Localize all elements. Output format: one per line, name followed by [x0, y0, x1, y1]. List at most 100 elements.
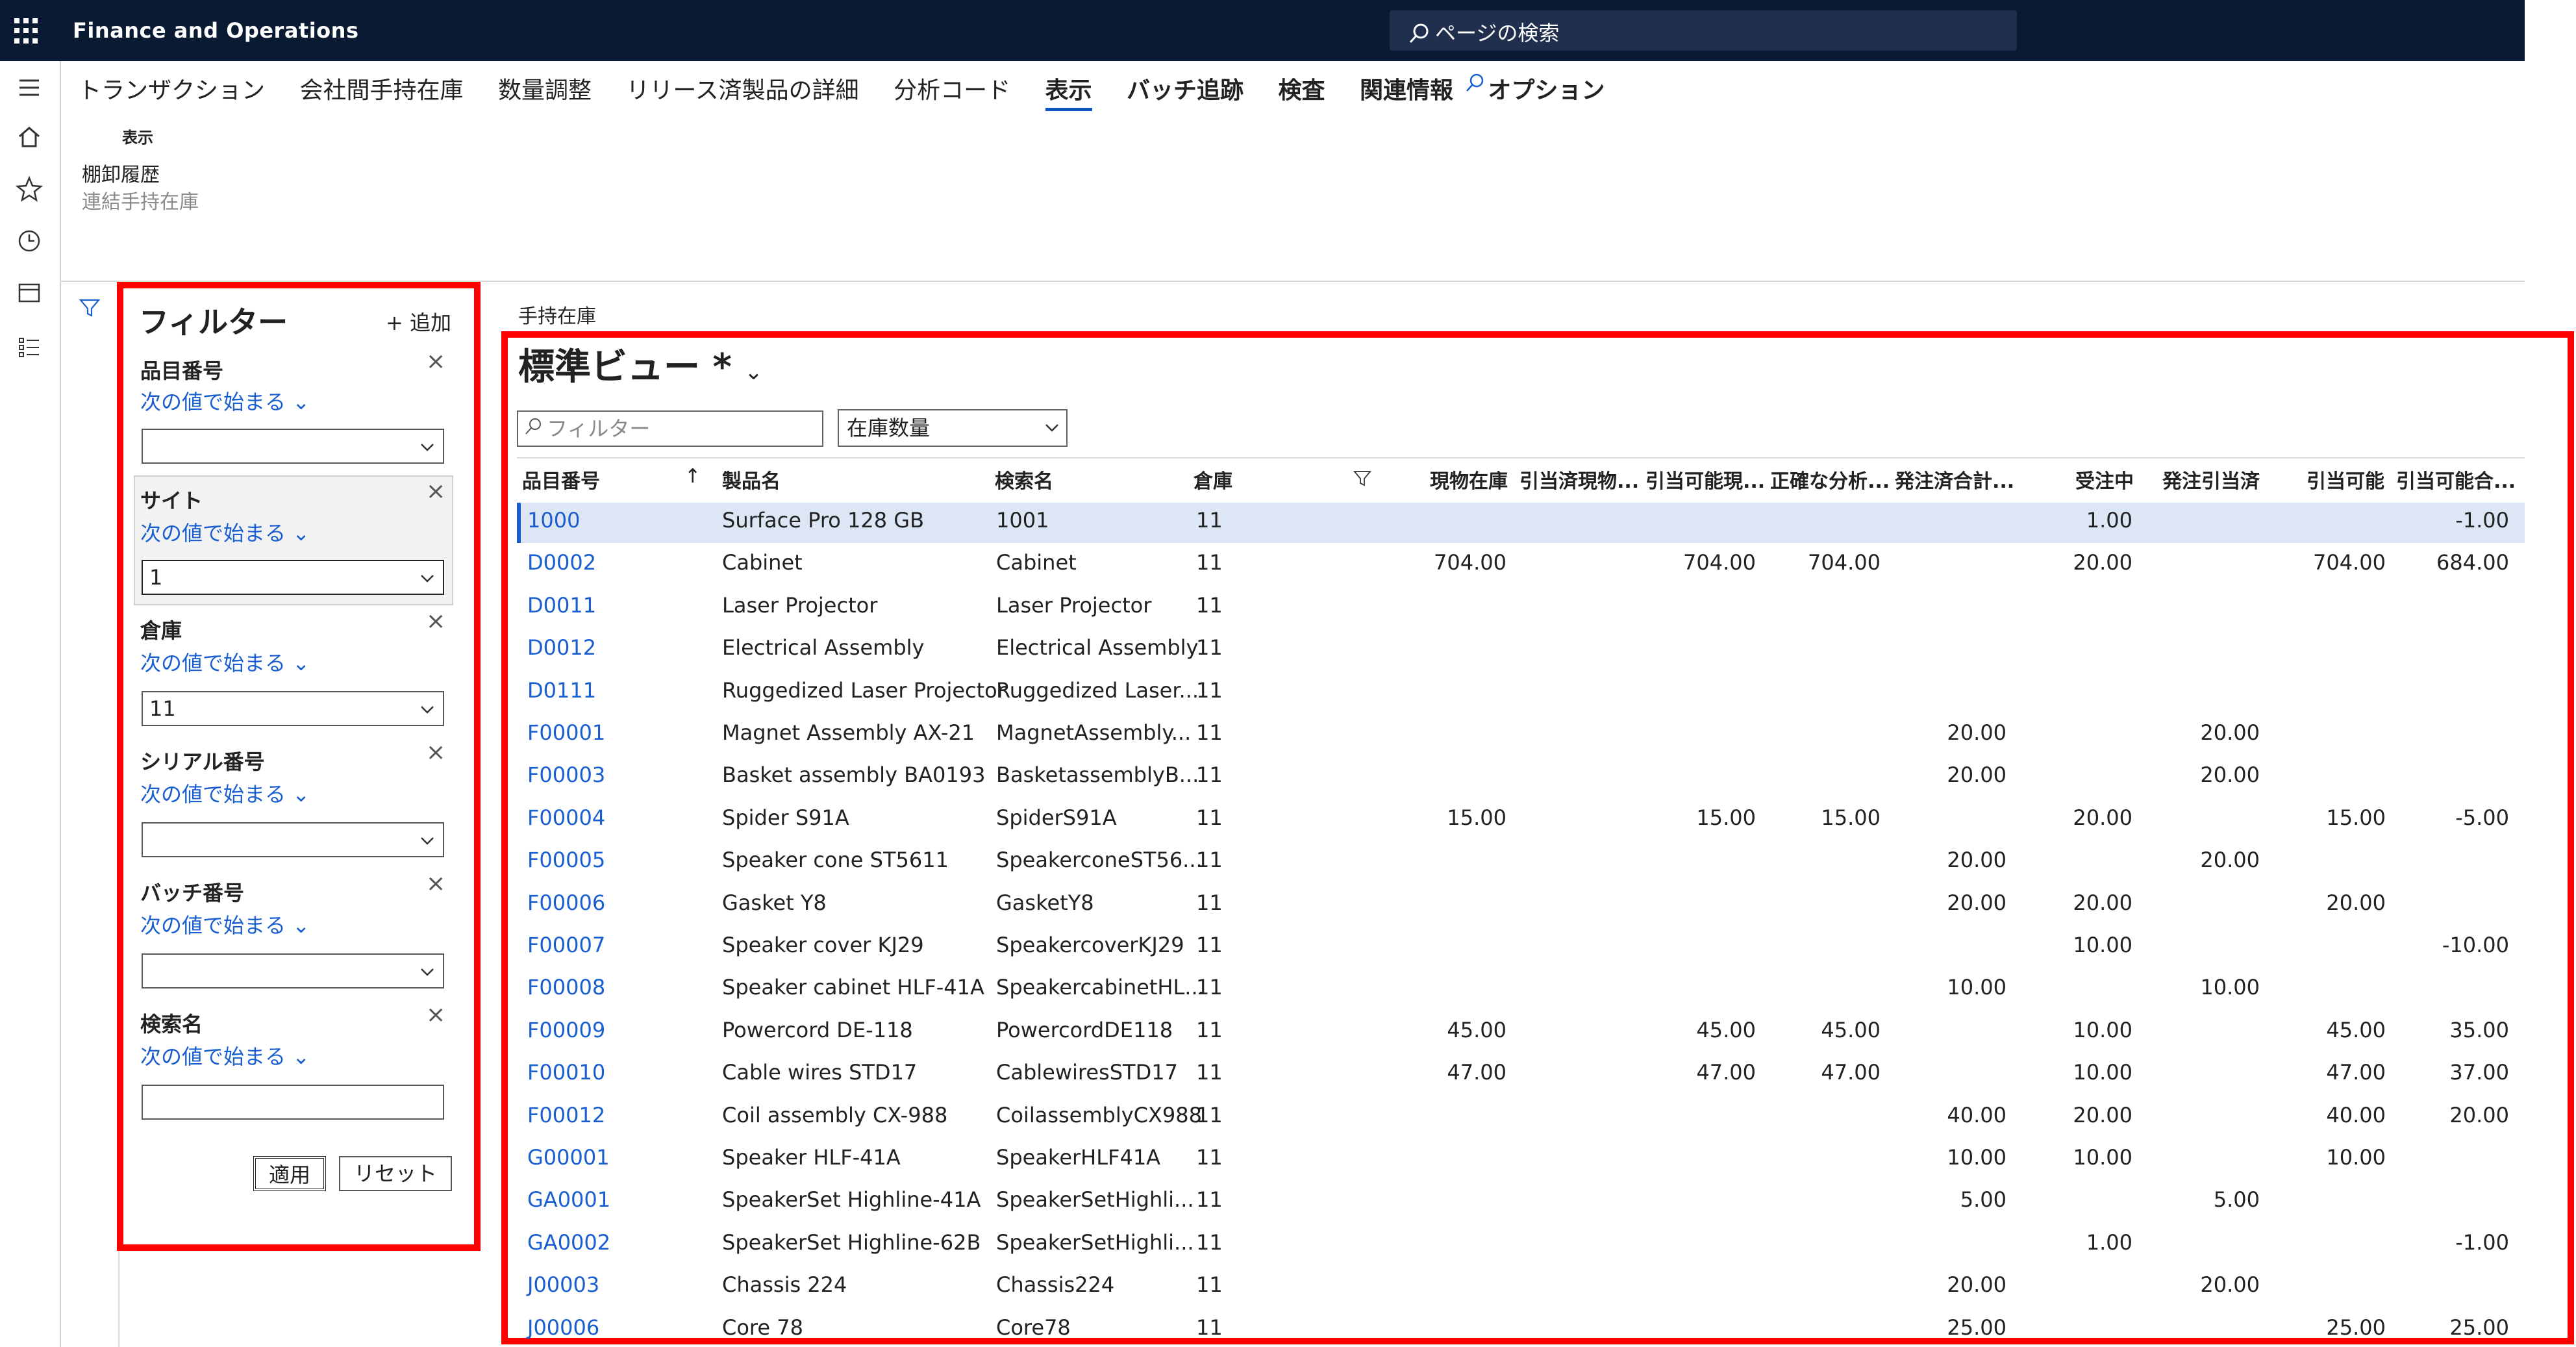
- filter-operator-item-number[interactable]: 次の値で始まる ⌄: [140, 386, 310, 416]
- table-cell: 45.00: [1447, 1018, 1507, 1042]
- item-number-link[interactable]: F00008: [527, 975, 657, 1000]
- column-header-item-number[interactable]: 品目番号: [522, 465, 600, 494]
- recent-clock-icon[interactable]: [14, 226, 44, 256]
- item-number-link[interactable]: J00003: [527, 1272, 657, 1297]
- item-number-link[interactable]: D0111: [527, 678, 657, 703]
- filter-operator-site[interactable]: 次の値で始まる ⌄: [140, 517, 310, 547]
- item-number-link[interactable]: D0002: [527, 550, 657, 575]
- column-filter-icon[interactable]: [1352, 468, 1373, 488]
- item-number-link[interactable]: F00006: [527, 890, 657, 915]
- table-cell: -5.00: [2455, 805, 2509, 830]
- column-header-available-for-reservation[interactable]: 引当可能: [2307, 465, 2384, 494]
- table-cell: 11: [1196, 1272, 1223, 1297]
- tab-released-product-details[interactable]: リリース済製品の詳細: [626, 71, 858, 105]
- filter-funnel-icon[interactable]: [78, 296, 101, 320]
- item-number-link[interactable]: J00006: [527, 1315, 657, 1340]
- column-header-search-name[interactable]: 検索名: [995, 465, 1053, 494]
- ribbon-stock-count-history[interactable]: 棚卸履歴: [82, 158, 160, 187]
- tab-quantity-adjustment[interactable]: 数量調整: [498, 71, 592, 105]
- inventory-dimension-select[interactable]: 在庫数量: [838, 409, 1068, 447]
- table-cell: 20.00: [2200, 762, 2260, 787]
- grid-quick-filter-input[interactable]: フィルター: [517, 410, 823, 447]
- item-number-link[interactable]: F00001: [527, 720, 657, 745]
- item-number-link[interactable]: GA0001: [527, 1187, 657, 1212]
- column-header-physical-inventory[interactable]: 現物在庫: [1430, 465, 1508, 494]
- column-header-available-physical[interactable]: 引当可能現...: [1645, 465, 1765, 494]
- tab-related-information[interactable]: 関連情報: [1360, 71, 1453, 105]
- column-header-ordered-total[interactable]: 発注済合計...: [1895, 465, 2014, 494]
- modules-list-icon[interactable]: [14, 333, 44, 362]
- tab-batch-tracking[interactable]: バッチ追跡: [1127, 71, 1244, 105]
- filter-label-item-number: 品目番号: [140, 359, 224, 383]
- filter-site-input[interactable]: 1: [142, 560, 444, 595]
- tab-inspection[interactable]: 検査: [1278, 71, 1325, 105]
- item-number-link[interactable]: GA0002: [527, 1230, 657, 1255]
- remove-filter-batch-number-icon[interactable]: ×: [426, 870, 445, 897]
- item-number-link[interactable]: F00003: [527, 762, 657, 787]
- view-selector[interactable]: 標準ビュー * ⌄: [518, 338, 763, 390]
- item-number-link[interactable]: F00009: [527, 1018, 657, 1042]
- table-cell: 10.00: [2200, 975, 2260, 1000]
- item-number-link[interactable]: D0011: [527, 593, 657, 618]
- item-number-link[interactable]: F00004: [527, 805, 657, 830]
- column-header-total-available[interactable]: 引当可能合...: [2396, 465, 2516, 494]
- item-number-link[interactable]: D0012: [527, 635, 657, 660]
- ribbon-consolidated-onhand[interactable]: 連結手持在庫: [82, 186, 199, 214]
- add-filter-button[interactable]: + 追加: [386, 307, 451, 336]
- table-cell: 10.00: [2073, 933, 2132, 957]
- remove-filter-serial-number-icon[interactable]: ×: [426, 739, 445, 766]
- filter-label-site: サイト: [140, 488, 203, 513]
- filter-operator-warehouse[interactable]: 次の値で始まる ⌄: [140, 647, 310, 677]
- column-header-physical-reserved[interactable]: 引当済現物...: [1519, 465, 1639, 494]
- remove-filter-item-number-icon[interactable]: ×: [426, 348, 445, 375]
- table-cell: 40.00: [2326, 1103, 2386, 1127]
- table-cell: Chassis 224: [722, 1272, 847, 1297]
- filter-operator-search-name[interactable]: 次の値で始まる ⌄: [140, 1040, 310, 1070]
- item-number-link[interactable]: G00001: [527, 1145, 657, 1170]
- favorites-star-icon[interactable]: [14, 174, 44, 204]
- chevron-down-icon: [421, 706, 434, 714]
- table-cell: 37.00: [2449, 1060, 2509, 1085]
- table-cell: 704.00: [1683, 550, 1756, 575]
- item-number-link[interactable]: F00012: [527, 1103, 657, 1127]
- tab-transactions[interactable]: トランザクション: [78, 71, 265, 105]
- filter-batch-number-input[interactable]: [142, 953, 444, 988]
- item-number-link[interactable]: F00010: [527, 1060, 657, 1085]
- tab-intercompany-onhand[interactable]: 会社間手持在庫: [299, 71, 463, 105]
- reset-button[interactable]: リセット: [339, 1156, 452, 1191]
- remove-filter-search-name-icon[interactable]: ×: [426, 1001, 445, 1028]
- table-cell: Speaker cabinet HLF-41A: [722, 975, 984, 1000]
- apply-button[interactable]: 適用: [253, 1156, 326, 1191]
- app-launcher-icon[interactable]: [14, 18, 42, 44]
- filter-operator-batch-number[interactable]: 次の値で始まる ⌄: [140, 909, 310, 939]
- action-search-icon[interactable]: [1462, 70, 1488, 96]
- filter-search-name-input[interactable]: [142, 1085, 444, 1120]
- column-header-on-order[interactable]: 受注中: [2075, 465, 2134, 494]
- table-cell: Laser Projector: [722, 593, 878, 618]
- filter-warehouse-input[interactable]: 11: [142, 691, 444, 726]
- column-header-ordered-reserved[interactable]: 発注引当済: [2162, 465, 2260, 494]
- column-header-accurate-dimension[interactable]: 正確な分析...: [1770, 465, 1890, 494]
- filter-value-text: 11: [149, 696, 176, 721]
- column-header-product-name[interactable]: 製品名: [722, 465, 781, 494]
- item-number-link[interactable]: F00005: [527, 848, 657, 872]
- tab-view[interactable]: 表示: [1045, 71, 1092, 111]
- home-icon[interactable]: [14, 122, 44, 152]
- column-header-warehouse[interactable]: 倉庫: [1194, 465, 1232, 494]
- remove-filter-site-icon[interactable]: ×: [426, 478, 445, 505]
- filter-serial-number-input[interactable]: [142, 822, 444, 857]
- table-cell: Magnet Assembly AX-21: [722, 720, 975, 745]
- chevron-down-icon: [421, 968, 434, 976]
- table-cell: 11: [1196, 1230, 1223, 1255]
- item-number-link[interactable]: 1000: [527, 508, 657, 533]
- item-number-link[interactable]: F00007: [527, 933, 657, 957]
- hamburger-menu-icon[interactable]: [14, 73, 44, 103]
- filter-operator-serial-number[interactable]: 次の値で始まる ⌄: [140, 778, 310, 808]
- tab-options[interactable]: オプション: [1488, 71, 1605, 105]
- tab-dimensions[interactable]: 分析コード: [894, 71, 1010, 105]
- remove-filter-warehouse-icon[interactable]: ×: [426, 608, 445, 635]
- workspaces-icon[interactable]: [14, 278, 44, 308]
- sort-ascending-icon[interactable]: ↑: [684, 465, 701, 488]
- table-cell: 1001: [996, 508, 1049, 533]
- filter-item-number-input[interactable]: [142, 429, 444, 464]
